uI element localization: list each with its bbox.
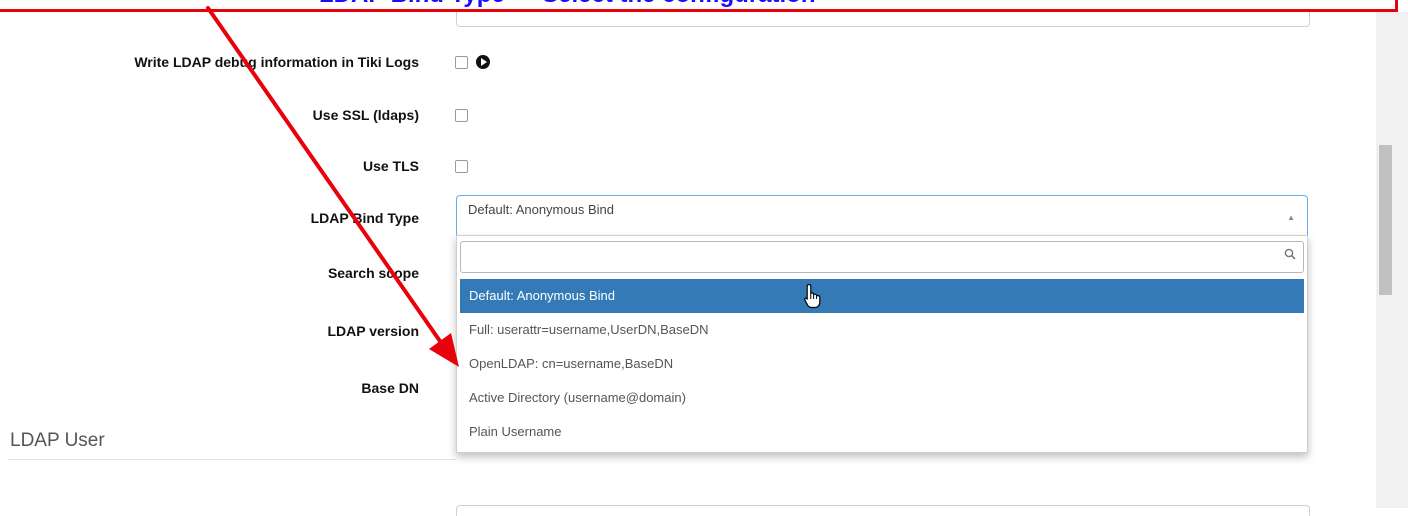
use-tls-checkbox[interactable] — [455, 160, 468, 173]
dropdown-option-full[interactable]: Full: userattr=username,UserDN,BaseDN — [460, 313, 1304, 347]
dropdown-search-input[interactable] — [460, 241, 1304, 273]
bind-type-selected-value: Default: Anonymous Bind — [468, 202, 614, 217]
hand-pointer-icon — [804, 283, 821, 309]
base-dn-label: Base DN — [361, 380, 419, 396]
dropdown-option-plain-username[interactable]: Plain Username — [460, 415, 1304, 449]
use-ssl-checkbox[interactable] — [455, 109, 468, 122]
search-scope-label: Search scope — [327, 265, 419, 281]
previous-field[interactable] — [456, 12, 1310, 27]
section-divider — [8, 459, 456, 460]
dropdown-option-openldap[interactable]: OpenLDAP: cn=username,BaseDN — [460, 347, 1304, 381]
dropdown-option-active-directory[interactable]: Active Directory (username@domain) — [460, 381, 1304, 415]
scrollbar-thumb[interactable] — [1379, 145, 1392, 295]
annotation-text: LDAP Bind Type — Select the configuratio… — [319, 0, 816, 9]
dropdown-option-anonymous-bind[interactable]: Default: Anonymous Bind — [460, 279, 1304, 313]
chevron-up-icon: ▲ — [1287, 213, 1295, 222]
next-field[interactable] — [456, 505, 1310, 516]
search-icon — [1284, 248, 1296, 260]
use-ssl-label: Use SSL (ldaps) — [312, 107, 419, 123]
use-tls-label: Use TLS — [362, 158, 419, 174]
ldap-version-label: LDAP version — [327, 323, 419, 339]
section-title-ldap-user: LDAP User — [10, 430, 105, 451]
debug-logs-checkbox[interactable] — [455, 56, 468, 69]
bind-type-select[interactable]: Default: Anonymous Bind ▲ — [456, 195, 1308, 235]
bind-type-label: LDAP Bind Type — [310, 210, 419, 226]
annotation-banner: LDAP Bind Type — Select the configuratio… — [0, 0, 1398, 12]
debug-logs-label: Write LDAP debug information in Tiki Log… — [134, 54, 419, 70]
bind-type-dropdown: Default: Anonymous Bind Full: userattr=u… — [456, 235, 1308, 453]
dropdown-options: Default: Anonymous Bind Full: userattr=u… — [460, 279, 1304, 449]
play-circle-icon[interactable] — [476, 55, 490, 69]
